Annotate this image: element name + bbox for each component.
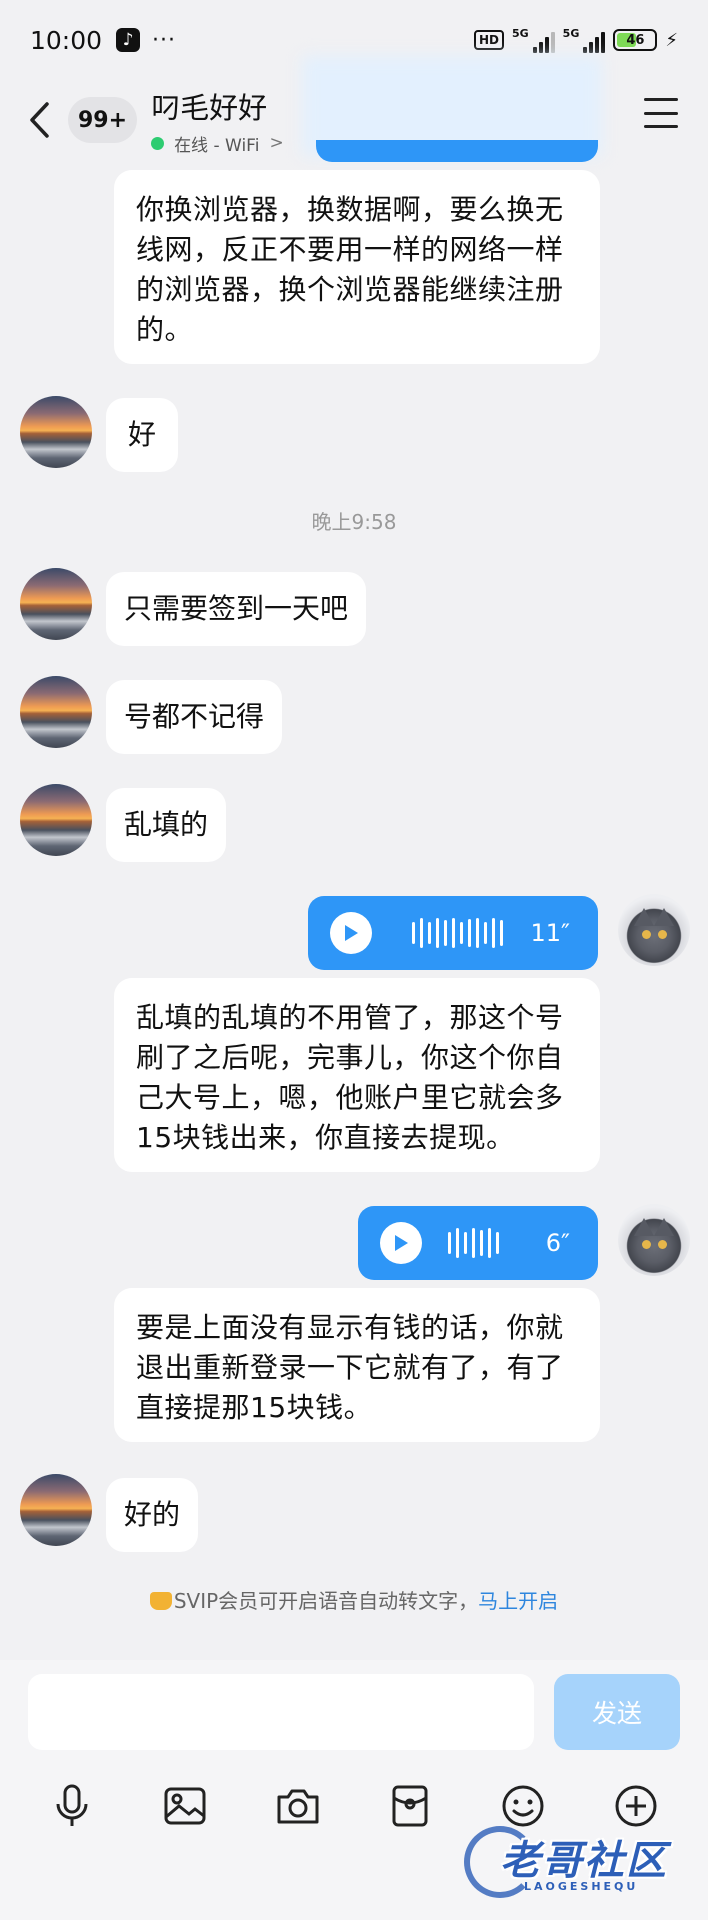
watermark-logo: 老哥社区 LAOGESHEQU	[464, 1824, 700, 1904]
play-icon[interactable]	[380, 1222, 422, 1264]
message-text: 只需要签到一天吧	[124, 592, 349, 625]
message-text: 号都不记得	[124, 700, 265, 733]
message-bubble[interactable]: 好	[106, 398, 179, 472]
online-dot-icon	[151, 136, 165, 150]
svip-crown-icon	[149, 1592, 172, 1610]
charging-icon: ⚡	[665, 29, 678, 51]
send-button[interactable]: 发送	[554, 1674, 680, 1750]
transcript-text: 乱填的乱填的不用管了，那这个号刷了之后呢，完事儿，你这个你自己大号上，嗯，他账户…	[136, 1001, 564, 1154]
red-packet-icon[interactable]	[382, 1778, 438, 1834]
contact-avatar[interactable]	[20, 1474, 92, 1546]
chevron-right-icon: >	[269, 133, 284, 153]
chevron-left-icon	[30, 102, 49, 138]
message-text: 好的	[124, 1498, 181, 1531]
message-text: 好	[128, 418, 157, 451]
waveform-icon	[412, 913, 503, 953]
online-status-text: 在线 - WiFi	[174, 135, 260, 156]
contact-avatar[interactable]	[20, 568, 92, 640]
online-status[interactable]: 在线 - WiFi >	[151, 131, 284, 156]
more-notifications-icon: ···	[152, 27, 177, 53]
message-bubble[interactable]: 好的	[106, 1478, 199, 1552]
unread-count-badge[interactable]: 99+	[68, 97, 138, 143]
message-timestamp: 晚上9:58	[311, 510, 397, 534]
contact-avatar[interactable]	[20, 396, 92, 468]
camera-icon[interactable]	[270, 1778, 326, 1834]
my-avatar[interactable]	[618, 1204, 690, 1276]
transcript-text: 要是上面没有显示有钱的话，你就退出重新登录一下它就有了，有了直接提那15块钱。	[136, 1311, 564, 1424]
watermark-text: 老哥社区	[500, 1838, 668, 1884]
my-avatar[interactable]	[618, 894, 690, 966]
svip-enable-link[interactable]: 马上开启	[478, 1589, 558, 1613]
voice-duration: 6″	[545, 1229, 570, 1257]
watermark-subtext: LAOGESHEQU	[524, 1880, 639, 1893]
waveform-icon	[448, 1223, 499, 1263]
contact-avatar[interactable]	[20, 676, 92, 748]
contact-avatar[interactable]	[20, 784, 92, 856]
message-text: 乱填的	[124, 808, 209, 841]
battery-level: 46	[626, 32, 645, 48]
voice-duration: 11″	[530, 919, 570, 947]
voice-message-partial[interactable]	[316, 140, 598, 162]
battery-icon: 46	[613, 29, 658, 51]
play-icon[interactable]	[330, 912, 372, 954]
voice-transcript-bubble: 乱填的乱填的不用管了，那这个号刷了之后呢，完事儿，你这个你自己大号上，嗯，他账户…	[114, 978, 600, 1172]
message-bubble[interactable]: 号都不记得	[106, 680, 283, 754]
message-input[interactable]	[28, 1674, 534, 1750]
contact-name[interactable]: 叼毛好好	[151, 85, 284, 127]
hd-voice-icon: HD	[473, 30, 504, 50]
signal-icon-sim2: 5G	[563, 27, 606, 53]
voice-transcript-bubble: 你换浏览器，换数据啊，要么换无线网，反正不要用一样的网络一样的浏览器，换个浏览器…	[114, 170, 600, 364]
voice-message[interactable]: 11″	[308, 896, 598, 970]
transcript-text: 你换浏览器，换数据啊，要么换无线网，反正不要用一样的网络一样的浏览器，换个浏览器…	[136, 193, 564, 346]
voice-message[interactable]: 6″	[358, 1206, 598, 1280]
menu-button[interactable]	[644, 98, 678, 128]
back-button[interactable]	[22, 100, 56, 140]
signal-icon-sim1: 5G	[512, 27, 555, 53]
tiktok-icon: ♪	[116, 28, 141, 52]
message-bubble[interactable]: 只需要签到一天吧	[106, 572, 367, 646]
svip-notice-text: SVIP会员可开启语音自动转文字，	[173, 1589, 479, 1613]
image-icon[interactable]	[157, 1778, 213, 1834]
network-type-label: 5G	[511, 27, 529, 40]
clock: 10:00	[30, 25, 103, 55]
voice-transcript-bubble: 要是上面没有显示有钱的话，你就退出重新登录一下它就有了，有了直接提那15块钱。	[114, 1288, 600, 1442]
svip-notice: SVIP会员可开启语音自动转文字，马上开启	[0, 1585, 708, 1614]
message-bubble[interactable]: 乱填的	[106, 788, 227, 862]
microphone-icon[interactable]	[44, 1778, 100, 1834]
network-type-label: 5G	[562, 27, 580, 40]
